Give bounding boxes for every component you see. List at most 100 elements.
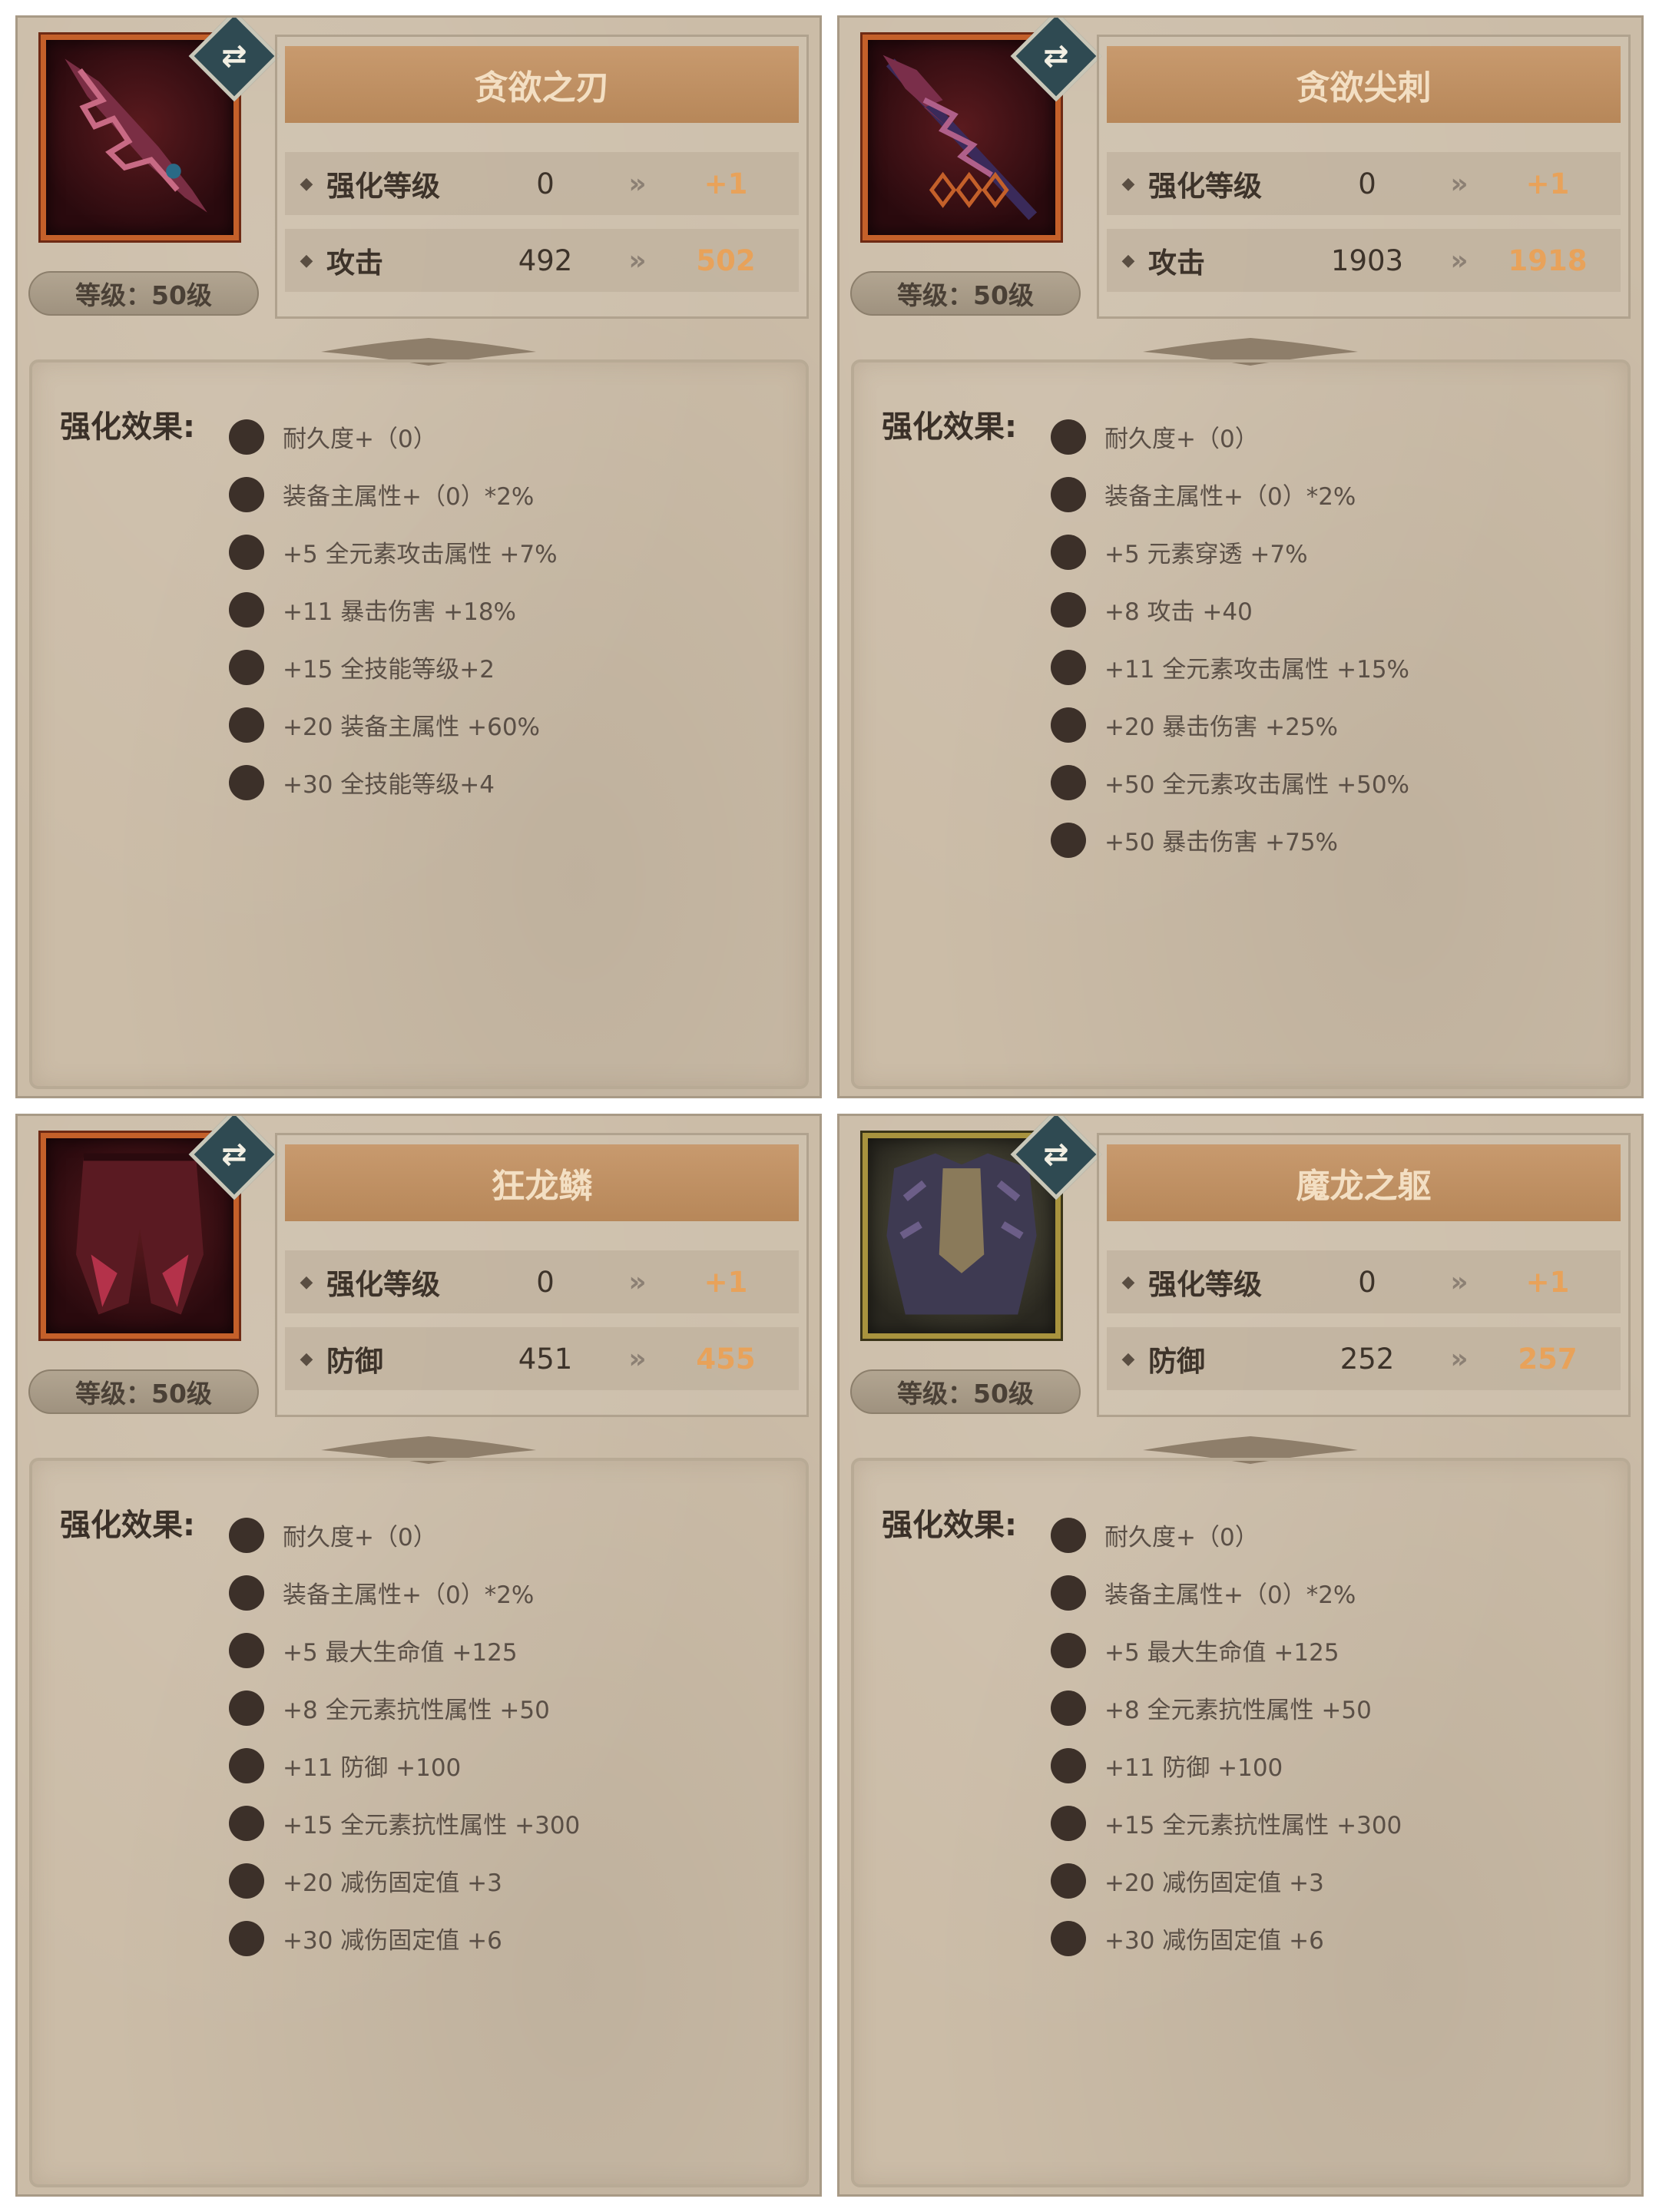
effect-item: +30 减伤固定值 +6 [229,1909,580,1967]
effect-item: +20 减伤固定值 +3 [1051,1852,1402,1909]
level-badge: 等级：50级 [28,271,259,316]
bullet-dot-icon [229,707,264,743]
effect-item: +30 全技能等级+4 [229,753,558,811]
bullet-dot-icon [229,1863,264,1899]
stat-name: 强化等级 [1148,1268,1262,1301]
bullet-dot-icon [229,476,264,512]
item-title: 贪欲尖刺 [1107,46,1621,123]
stat-row-enhance: ◆ 强化等级 0 » +1 [1107,152,1621,215]
stat-next: 455 [696,1342,756,1376]
effect-item: 耐久度+（0） [1051,408,1409,465]
effect-item: +15 全元素抗性属性 +300 [229,1794,580,1852]
stat-next: +1 [704,1265,748,1299]
bullet-dot-icon [229,1575,264,1611]
effect-text: +50 全元素攻击属性 +50% [1104,771,1410,799]
double-arrow-icon: » [628,1343,647,1375]
stats-header: 贪欲尖刺 ◆ 强化等级 0 » +1 ◆ 攻击 1903 » 1918 [1097,35,1631,319]
effects-list: 耐久度+（0） 装备主属性+（0）*2% +5 最大生命值 +125 +8 全元… [1051,1506,1402,1967]
effect-text: +8 全元素抗性属性 +50 [283,1697,550,1724]
effects-list: 耐久度+（0） 装备主属性+（0）*2% +5 全元素攻击属性 +7% +11 … [229,408,558,811]
equipment-card: ⇄ 等级：50级 贪欲尖刺 ◆ 强化等级 0 » +1 ◆ 攻击 1903 » … [837,15,1644,1098]
effects-list: 耐久度+（0） 装备主属性+（0）*2% +5 元素穿透 +7% +8 攻击 +… [1051,408,1409,869]
effect-item: +30 减伤固定值 +6 [1051,1909,1402,1967]
effect-item: 耐久度+（0） [229,408,558,465]
stats-header: 贪欲之刃 ◆ 强化等级 0 » +1 ◆ 攻击 492 » 502 [275,35,809,319]
effect-item: +11 全元素攻击属性 +15% [1051,638,1409,696]
stats-header: 狂龙鳞 ◆ 强化等级 0 » +1 ◆ 防御 451 » 455 [275,1133,809,1417]
level-badge: 等级：50级 [850,271,1081,316]
stat-row-enhance: ◆ 强化等级 0 » +1 [1107,1250,1621,1313]
effect-text: 装备主属性+（0）*2% [283,1581,535,1609]
stat-current: 451 [518,1342,573,1376]
effect-text: +20 暴击伤害 +25% [1104,714,1339,741]
effect-text: 装备主属性+（0）*2% [283,483,535,511]
stat-row-enhance: ◆ 强化等级 0 » +1 [285,152,799,215]
stat-current: 0 [1358,1265,1376,1299]
stat-current: 0 [536,1265,555,1299]
effects-label: 强化效果: [882,409,1017,445]
equipment-card: ⇄ 等级：50级 狂龙鳞 ◆ 强化等级 0 » +1 ◆ 防御 451 » 45… [15,1114,822,2197]
effect-item: +20 装备主属性 +60% [229,696,558,753]
effect-text: +5 元素穿透 +7% [1104,541,1308,568]
effect-item: +11 暴击伤害 +18% [229,581,558,638]
diamond-bullet-icon: ◆ [1121,1272,1135,1292]
stat-current: 252 [1339,1342,1395,1376]
effects-label: 强化效果: [882,1508,1017,1543]
bullet-dot-icon [229,1690,264,1726]
stat-name: 防御 [1148,1345,1205,1378]
stat-current: 1903 [1330,243,1404,277]
effects-label: 强化效果: [60,409,195,445]
effect-text: +30 减伤固定值 +6 [1104,1927,1324,1955]
effect-text: +30 全技能等级+4 [283,771,495,799]
diamond-bullet-icon: ◆ [1121,174,1135,194]
bullet-dot-icon [1051,764,1086,800]
equipment-card: ⇄ 等级：50级 贪欲之刃 ◆ 强化等级 0 » +1 ◆ 攻击 492 » 5… [15,15,822,1098]
effect-item: +5 全元素攻击属性 +7% [229,523,558,581]
effect-item: 耐久度+（0） [229,1506,580,1564]
stat-name: 攻击 [1148,247,1205,280]
bullet-dot-icon [1051,476,1086,512]
effect-text: +11 防御 +100 [1104,1754,1283,1782]
bullet-dot-icon [1051,1920,1086,1956]
effect-item: +50 暴击伤害 +75% [1051,811,1409,869]
effect-text: +5 最大生命值 +125 [1104,1639,1339,1667]
bullet-dot-icon [229,1632,264,1668]
effects-label: 强化效果: [60,1508,195,1543]
item-title: 魔龙之躯 [1107,1144,1621,1221]
effect-item: +20 减伤固定值 +3 [229,1852,580,1909]
double-arrow-icon: » [1450,1266,1469,1298]
double-arrow-icon: » [628,167,647,200]
bullet-dot-icon [229,1805,264,1841]
effect-item: +5 元素穿透 +7% [1051,523,1409,581]
effect-text: 耐久度+（0） [1104,426,1259,453]
bullet-dot-icon [1051,1632,1086,1668]
effect-text: +5 全元素攻击属性 +7% [283,541,558,568]
effect-text: 装备主属性+（0）*2% [1104,483,1356,511]
diamond-bullet-icon: ◆ [300,174,313,194]
stat-next: 1918 [1508,243,1588,277]
stat-name: 攻击 [326,247,383,280]
bullet-dot-icon [1051,1747,1086,1783]
effect-text: +11 全元素攻击属性 +15% [1104,656,1410,684]
bullet-dot-icon [229,764,264,800]
effect-text: +15 全技能等级+2 [283,656,495,684]
bullet-dot-icon [1051,1575,1086,1611]
bullet-dot-icon [229,534,264,570]
bullet-dot-icon [1051,1805,1086,1841]
effect-text: +11 防御 +100 [283,1754,462,1782]
bullet-dot-icon [229,591,264,628]
diamond-bullet-icon: ◆ [300,1349,313,1369]
effect-item: 装备主属性+（0）*2% [1051,465,1409,523]
equipment-card: ⇄ 等级：50级 魔龙之躯 ◆ 强化等级 0 » +1 ◆ 防御 252 » 2… [837,1114,1644,2197]
double-arrow-icon: » [1450,244,1469,276]
stat-name: 强化等级 [326,170,440,203]
bullet-dot-icon [1051,707,1086,743]
stat-next: +1 [1525,167,1570,200]
stat-name: 强化等级 [326,1268,440,1301]
effect-item: +8 全元素抗性属性 +50 [1051,1679,1402,1737]
bullet-dot-icon [1051,591,1086,628]
effect-text: +5 最大生命值 +125 [283,1639,518,1667]
effect-text: +20 减伤固定值 +3 [1104,1869,1324,1897]
effect-text: 耐久度+（0） [1104,1524,1259,1551]
bullet-dot-icon [229,649,264,685]
